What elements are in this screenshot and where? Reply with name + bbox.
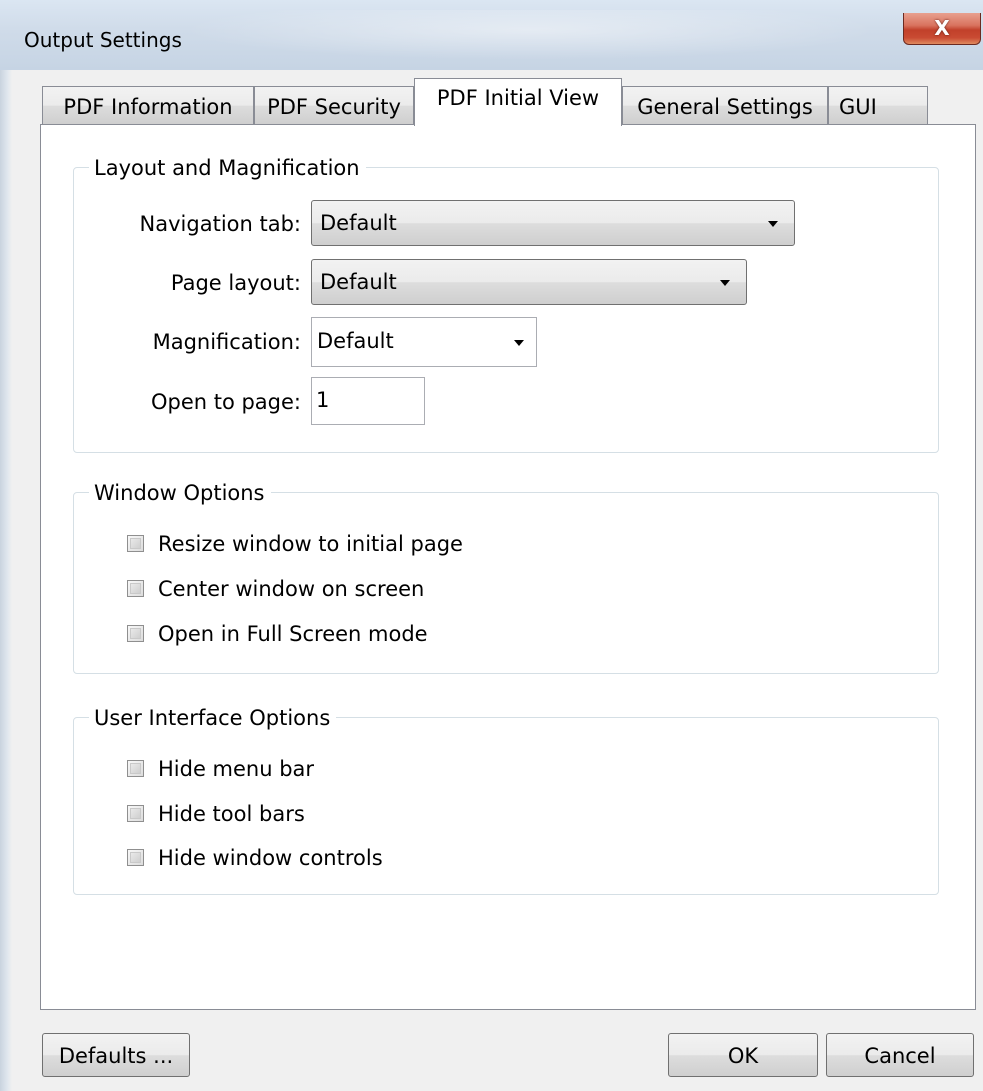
center-window-label[interactable]: Center window on screen <box>158 575 424 603</box>
window-frame-edge <box>0 0 12 1091</box>
ok-button[interactable]: OK <box>668 1033 818 1077</box>
layout-magnification-group-title: Layout and Magnification <box>89 155 366 181</box>
page-layout-label: Page layout: <box>170 271 301 295</box>
open-to-page-field[interactable] <box>311 377 425 425</box>
page-layout-dropdown[interactable]: Default <box>311 259 747 305</box>
tab-pdf-security[interactable]: PDF Security <box>254 86 414 124</box>
chevron-down-icon <box>768 221 778 227</box>
checkbox-icon[interactable] <box>127 849 144 866</box>
defaults-button[interactable]: Defaults ... <box>42 1033 190 1077</box>
window-options-group-title: Window Options <box>89 480 271 506</box>
output-settings-dialog: Output Settings X PDF Information PDF Se… <box>0 0 983 1091</box>
magnification-label: Magnification: <box>152 330 301 354</box>
full-screen-label[interactable]: Open in Full Screen mode <box>158 620 428 648</box>
navigation-tab-dropdown[interactable]: Default <box>311 200 795 246</box>
page-layout-value: Default <box>320 270 397 294</box>
chevron-down-icon <box>720 280 730 286</box>
magnification-value: Default <box>317 329 394 353</box>
checkbox-icon[interactable] <box>127 580 144 597</box>
tab-gui[interactable]: GUI <box>828 86 928 124</box>
cancel-button[interactable]: Cancel <box>826 1033 974 1077</box>
hide-menu-bar-label[interactable]: Hide menu bar <box>158 755 314 783</box>
window-title: Output Settings <box>24 28 182 52</box>
checkbox-icon[interactable] <box>127 805 144 822</box>
tab-panel-pdf-initial-view: Layout and Magnification Navigation tab:… <box>40 124 976 1010</box>
title-bar[interactable]: Output Settings X <box>0 0 983 70</box>
tab-pdf-information[interactable]: PDF Information <box>42 86 254 124</box>
checkbox-icon[interactable] <box>127 625 144 642</box>
navigation-tab-value: Default <box>320 211 397 235</box>
open-to-page-label: Open to page: <box>150 390 301 414</box>
close-button[interactable]: X <box>903 13 981 45</box>
close-icon: X <box>934 16 950 40</box>
checkbox-icon[interactable] <box>127 535 144 552</box>
user-interface-options-group-title: User Interface Options <box>89 705 337 731</box>
title-bar-glass <box>180 10 880 60</box>
resize-window-label[interactable]: Resize window to initial page <box>158 530 463 558</box>
tab-pdf-initial-view[interactable]: PDF Initial View <box>414 78 622 126</box>
navigation-tab-label: Navigation tab: <box>139 212 301 236</box>
magnification-combobox[interactable]: Default <box>311 317 537 367</box>
chevron-down-icon <box>514 340 524 346</box>
checkbox-icon[interactable] <box>127 760 144 777</box>
open-to-page-input[interactable] <box>316 387 416 413</box>
tab-general-settings[interactable]: General Settings <box>622 86 828 124</box>
hide-tool-bars-label[interactable]: Hide tool bars <box>158 800 305 828</box>
hide-window-controls-label[interactable]: Hide window controls <box>158 844 383 872</box>
